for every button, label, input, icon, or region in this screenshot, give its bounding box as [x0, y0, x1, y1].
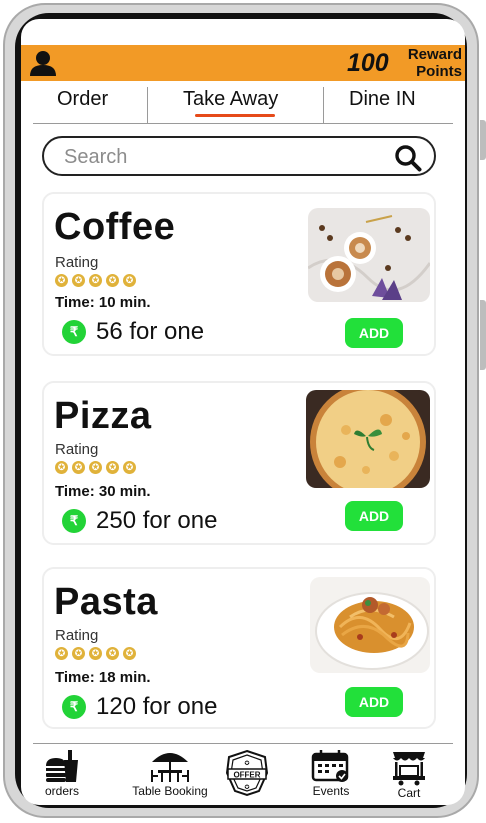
star-icon: ✪ — [72, 647, 85, 660]
rating-label: Rating — [55, 441, 99, 458]
item-price: 120 for one — [96, 693, 218, 720]
item-price: 250 for one — [96, 507, 218, 534]
coffee-photo — [308, 208, 430, 302]
active-tab-indicator — [195, 114, 275, 117]
reward-points-label: Reward Points — [407, 46, 462, 80]
reward-points-value: 100 — [347, 49, 389, 77]
item-name: Pasta — [54, 581, 158, 623]
tab-take-away[interactable]: Take Away — [183, 88, 278, 111]
price-row: ₹ 120 for one — [62, 693, 217, 721]
nav-item-offer[interactable]: OFFER ✪ ✪ — [217, 744, 277, 797]
star-rating: ✪ ✪ ✪ ✪ ✪ — [55, 274, 136, 287]
rating-label: Rating — [55, 627, 99, 644]
menu-item-card[interactable]: Pizza Rating ✪ ✪ ✪ ✪ ✪ Time: 30 min. ₹ 250 f… — [42, 381, 436, 545]
star-icon: ✪ — [55, 647, 68, 660]
offer-badge-text: OFFER — [233, 771, 260, 780]
orders-icon — [46, 750, 78, 782]
tab-order[interactable]: Order — [57, 88, 108, 111]
prep-time: Time: 10 min. — [55, 294, 151, 311]
menu-item-card[interactable]: Coffee Rating ✪ ✪ ✪ ✪ ✪ Time: 10 min. ₹ 56 f… — [42, 192, 436, 356]
pasta-photo — [310, 577, 430, 673]
search-input[interactable]: Search — [42, 136, 436, 176]
svg-text:✪: ✪ — [244, 784, 249, 791]
star-icon: ✪ — [89, 461, 102, 474]
star-icon: ✪ — [106, 274, 119, 287]
nav-item-orders[interactable]: orders — [33, 744, 91, 798]
star-icon: ✪ — [89, 274, 102, 287]
nav-label-cart: Cart — [397, 786, 421, 800]
star-icon: ✪ — [72, 274, 85, 287]
offer-badge-icon: OFFER ✪ ✪ — [225, 749, 269, 797]
item-name: Coffee — [54, 206, 176, 248]
star-icon: ✪ — [123, 461, 136, 474]
rating-label: Rating — [55, 254, 99, 271]
item-price: 56 for one — [96, 318, 205, 345]
star-rating: ✪ ✪ ✪ ✪ ✪ — [55, 647, 136, 660]
star-icon: ✪ — [89, 647, 102, 660]
tab-divider — [323, 87, 324, 123]
rupee-icon: ₹ — [62, 509, 86, 533]
add-button[interactable]: ADD — [345, 318, 403, 348]
nav-item-cart[interactable]: Cart — [389, 744, 429, 800]
tab-divider — [147, 87, 148, 123]
add-button[interactable]: ADD — [345, 687, 403, 717]
menu-item-card[interactable]: Pasta Rating ✪ ✪ ✪ ✪ ✪ Time: 18 min. ₹ 120 f… — [42, 567, 436, 729]
nav-item-table-booking[interactable]: Table Booking — [115, 744, 225, 798]
nav-item-events[interactable]: Events — [307, 744, 355, 798]
user-icon[interactable] — [29, 49, 57, 77]
phone-side-button — [480, 300, 486, 370]
pizza-photo — [306, 390, 430, 488]
star-rating: ✪ ✪ ✪ ✪ ✪ — [55, 461, 136, 474]
nav-label-table-booking: Table Booking — [132, 784, 208, 798]
app-screen: 100 Reward Points Order Take Away Dine I… — [21, 19, 465, 805]
table-booking-icon — [151, 753, 189, 782]
price-row: ₹ 56 for one — [62, 318, 204, 346]
star-icon: ✪ — [106, 647, 119, 660]
calendar-icon — [311, 750, 349, 782]
nav-label-orders: orders — [44, 784, 79, 798]
star-icon: ✪ — [106, 461, 119, 474]
search-placeholder: Search — [64, 146, 128, 168]
prep-time: Time: 18 min. — [55, 669, 151, 686]
cart-icon — [393, 752, 425, 786]
star-icon: ✪ — [123, 274, 136, 287]
prep-time: Time: 30 min. — [55, 483, 151, 500]
order-type-tabs: Order Take Away Dine IN — [33, 81, 453, 124]
phone-side-button — [480, 120, 486, 160]
rupee-icon: ₹ — [62, 695, 86, 719]
svg-text:✪: ✪ — [244, 760, 249, 767]
star-icon: ✪ — [55, 274, 68, 287]
rupee-icon: ₹ — [62, 320, 86, 344]
star-icon: ✪ — [72, 461, 85, 474]
tab-dine-in[interactable]: Dine IN — [349, 88, 416, 111]
search-icon[interactable] — [394, 144, 422, 172]
star-icon: ✪ — [123, 647, 136, 660]
reward-header: 100 Reward Points — [21, 45, 465, 81]
item-name: Pizza — [54, 395, 152, 437]
star-icon: ✪ — [55, 461, 68, 474]
price-row: ₹ 250 for one — [62, 507, 217, 535]
bottom-navigation: orders Table Booking OFFER ✪ ✪ Events Ca… — [33, 743, 453, 805]
add-button[interactable]: ADD — [345, 501, 403, 531]
nav-label-events: Events — [312, 784, 350, 798]
